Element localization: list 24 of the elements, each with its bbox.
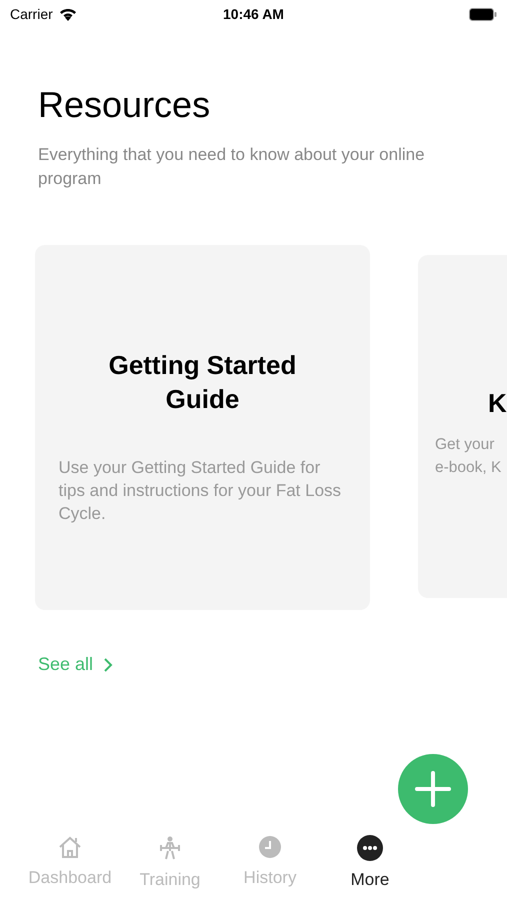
weightlifter-icon <box>157 835 183 861</box>
card-description: e-book, K <box>435 458 502 478</box>
tab-bar-item[interactable]: More <box>320 835 420 892</box>
card-title: Getting Started Guide <box>108 349 298 416</box>
tab-bar-item[interactable]: Training <box>120 835 220 892</box>
card-title: K <box>488 387 507 420</box>
resource-card[interactable]: K Get your e-book, K <box>418 255 507 598</box>
wifi-icon <box>58 8 77 20</box>
resource-card[interactable]: Getting Started Guide Use your Getting Started Guide for tips and instructions for your Fat Loss Cycle. <box>35 245 370 610</box>
page-title: Resources <box>38 83 212 127</box>
tab-bar-item[interactable]: Dashboard <box>20 835 120 892</box>
see-all-link[interactable]: See all <box>38 651 114 678</box>
clock-icon <box>258 835 282 859</box>
chevron-right-icon <box>103 656 114 672</box>
clock-time: 10:46 AM <box>223 4 284 24</box>
house-icon <box>57 835 83 859</box>
page-subtitle: Everything that you need to know about your online program <box>38 144 426 190</box>
card-description: Get your <box>435 435 496 455</box>
tab-bar-item[interactable]: History <box>220 835 320 892</box>
plus-icon <box>415 771 451 807</box>
card-description: Use your Getting Started Guide for tips and instructions for your Fat Loss Cycle. <box>58 457 342 525</box>
carrier-label: Carrier <box>10 4 53 24</box>
more-icon <box>357 835 383 861</box>
battery-icon <box>468 8 497 20</box>
